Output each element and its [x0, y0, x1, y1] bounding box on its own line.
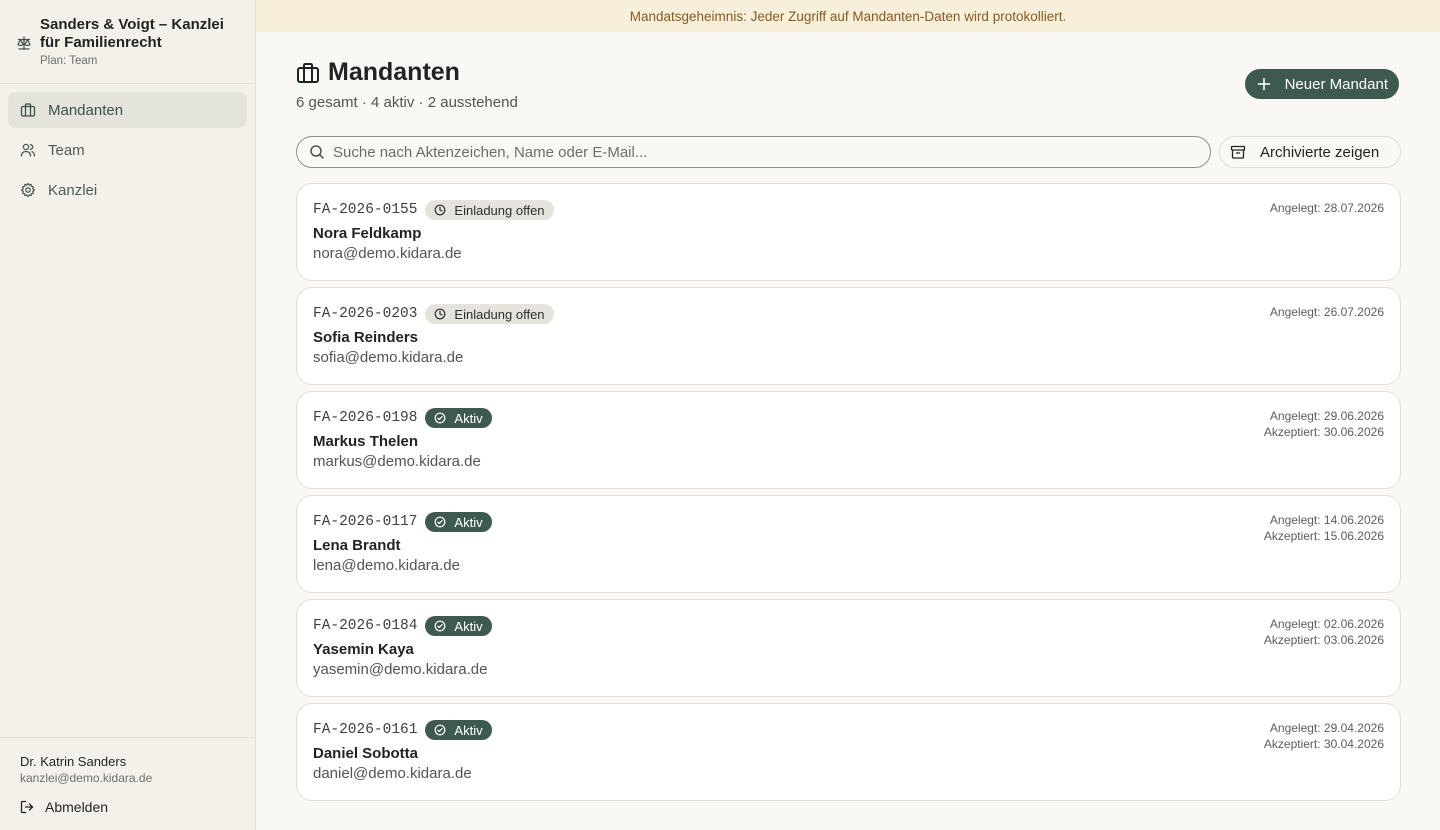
accepted-date: Akzeptiert: 30.06.2026	[1263, 425, 1384, 439]
main-content: Mandanten 6 gesamt · 4 aktiv · 2 aussteh…	[296, 32, 1401, 807]
client-card[interactable]: FA-2026-0117 Aktiv Lena Brandt lena@demo…	[296, 495, 1401, 593]
show-archived-button[interactable]: Archivierte zeigen	[1219, 136, 1401, 168]
client-email: daniel@demo.kidara.de	[313, 765, 472, 782]
scale-icon	[17, 36, 31, 50]
created-date: Angelegt: 29.06.2026	[1269, 409, 1384, 423]
logout-icon	[20, 800, 34, 814]
plan-label: Plan: Team	[40, 55, 98, 67]
user-box: Dr. Katrin Sanders kanzlei@demo.kidara.d…	[0, 737, 255, 830]
status-label: Aktiv	[454, 410, 483, 426]
page-header: Mandanten 6 gesamt · 4 aktiv · 2 aussteh…	[296, 32, 1401, 136]
file-number: FA-2026-0203	[313, 306, 418, 322]
status-label: Aktiv	[454, 514, 483, 530]
client-name: Nora Feldkamp	[313, 225, 422, 242]
status-badge: Einladung offen	[425, 200, 554, 220]
sidebar: Sanders & Voigt – Kanzlei für Familienre…	[0, 0, 256, 830]
new-client-label: Neuer Mandant	[1284, 75, 1388, 93]
check-circle-icon	[435, 620, 446, 632]
status-badge: Einladung offen	[425, 304, 554, 324]
new-client-button[interactable]: Neuer Mandant	[1244, 69, 1399, 99]
page-title-text: Mandanten	[328, 58, 460, 86]
sidebar-item-team[interactable]: Team	[8, 132, 247, 168]
user-name: Dr. Katrin Sanders	[20, 754, 127, 769]
created-date: Angelegt: 28.07.2026	[1269, 201, 1384, 215]
status-badge: Aktiv	[425, 408, 492, 428]
search-box[interactable]	[296, 136, 1211, 168]
briefcase-icon	[20, 103, 36, 117]
client-card[interactable]: FA-2026-0161 Aktiv Daniel Sobotta daniel…	[296, 703, 1401, 801]
toolbar: Archivierte zeigen	[296, 136, 1401, 183]
client-email: markus@demo.kidara.de	[313, 453, 481, 470]
status-label: Aktiv	[454, 618, 483, 634]
client-card[interactable]: FA-2026-0155 Einladung offen Nora Feldka…	[296, 183, 1401, 281]
client-email: nora@demo.kidara.de	[313, 245, 462, 262]
logout-label: Abmelden	[45, 799, 109, 815]
client-name: Daniel Sobotta	[313, 745, 419, 762]
status-badge: Aktiv	[425, 616, 492, 636]
page-title: Mandanten	[296, 58, 460, 87]
accepted-date: Akzeptiert: 30.04.2026	[1263, 737, 1384, 751]
status-label: Einladung offen	[454, 202, 545, 218]
check-circle-icon	[435, 724, 446, 736]
created-date: Angelegt: 02.06.2026	[1269, 617, 1384, 631]
client-card[interactable]: FA-2026-0203 Einladung offen Sofia Reind…	[296, 287, 1401, 385]
client-card[interactable]: FA-2026-0198 Aktiv Markus Thelen markus@…	[296, 391, 1401, 489]
file-number: FA-2026-0117	[313, 514, 418, 530]
check-circle-icon	[435, 516, 446, 528]
confidentiality-banner: Mandatsgeheimnis: Jeder Zugriff auf Mand…	[256, 0, 1440, 32]
sidebar-item-label: Kanzlei	[48, 181, 98, 199]
client-dates: Angelegt: 29.04.2026 Akzeptiert: 30.04.2…	[1264, 720, 1384, 752]
clock-icon	[435, 204, 446, 216]
client-dates: Angelegt: 28.07.2026	[1270, 200, 1384, 216]
clock-icon	[435, 308, 446, 320]
created-date: Angelegt: 26.07.2026	[1269, 305, 1384, 319]
client-email: yasemin@demo.kidara.de	[313, 661, 488, 678]
users-icon	[20, 143, 36, 157]
briefcase-icon	[297, 62, 319, 83]
client-email: lena@demo.kidara.de	[313, 557, 460, 574]
logout-button[interactable]: Abmelden	[20, 799, 235, 815]
check-circle-icon	[435, 412, 446, 424]
search-icon	[310, 145, 324, 159]
client-card[interactable]: FA-2026-0184 Aktiv Yasemin Kaya yasemin@…	[296, 599, 1401, 697]
accepted-date: Akzeptiert: 15.06.2026	[1263, 529, 1384, 543]
page-summary: 6 gesamt · 4 aktiv · 2 ausstehend	[296, 94, 518, 111]
client-name: Lena Brandt	[313, 537, 401, 554]
accepted-date: Akzeptiert: 03.06.2026	[1263, 633, 1384, 647]
client-list: FA-2026-0155 Einladung offen Nora Feldka…	[296, 183, 1401, 801]
file-number: FA-2026-0184	[313, 618, 418, 634]
sidebar-item-label: Team	[48, 141, 85, 159]
search-input[interactable]	[333, 143, 1193, 161]
status-label: Aktiv	[454, 722, 483, 738]
client-name: Markus Thelen	[313, 433, 419, 450]
gear-icon	[20, 182, 36, 198]
status-badge: Aktiv	[425, 720, 492, 740]
client-name: Yasemin Kaya	[313, 641, 414, 658]
sidebar-item-label: Mandanten	[48, 101, 124, 119]
client-dates: Angelegt: 14.06.2026 Akzeptiert: 15.06.2…	[1264, 512, 1384, 544]
firm-name: Sanders & Voigt – Kanzlei für Familienre…	[40, 16, 224, 51]
client-email: sofia@demo.kidara.de	[313, 349, 464, 366]
file-number: FA-2026-0198	[313, 410, 418, 426]
client-dates: Angelegt: 29.06.2026 Akzeptiert: 30.06.2…	[1264, 408, 1384, 440]
sidebar-item-kanzlei[interactable]: Kanzlei	[8, 172, 247, 208]
user-email: kanzlei@demo.kidara.de	[20, 771, 153, 785]
plus-icon	[1257, 77, 1270, 91]
file-number: FA-2026-0161	[313, 722, 418, 738]
created-date: Angelegt: 14.06.2026	[1269, 513, 1384, 527]
status-label: Einladung offen	[454, 306, 545, 322]
sidebar-nav: Mandanten Team Kanzlei	[0, 84, 255, 220]
client-name: Sofia Reinders	[313, 329, 419, 346]
show-archived-label: Archivierte zeigen	[1260, 143, 1380, 161]
sidebar-item-mandanten[interactable]: Mandanten	[8, 92, 247, 128]
status-badge: Aktiv	[425, 512, 492, 532]
brand: Sanders & Voigt – Kanzlei für Familienre…	[0, 0, 255, 84]
client-dates: Angelegt: 26.07.2026	[1270, 304, 1384, 320]
archive-icon	[1230, 145, 1246, 159]
created-date: Angelegt: 29.04.2026	[1269, 721, 1384, 735]
file-number: FA-2026-0155	[313, 202, 418, 218]
client-dates: Angelegt: 02.06.2026 Akzeptiert: 03.06.2…	[1264, 616, 1384, 648]
